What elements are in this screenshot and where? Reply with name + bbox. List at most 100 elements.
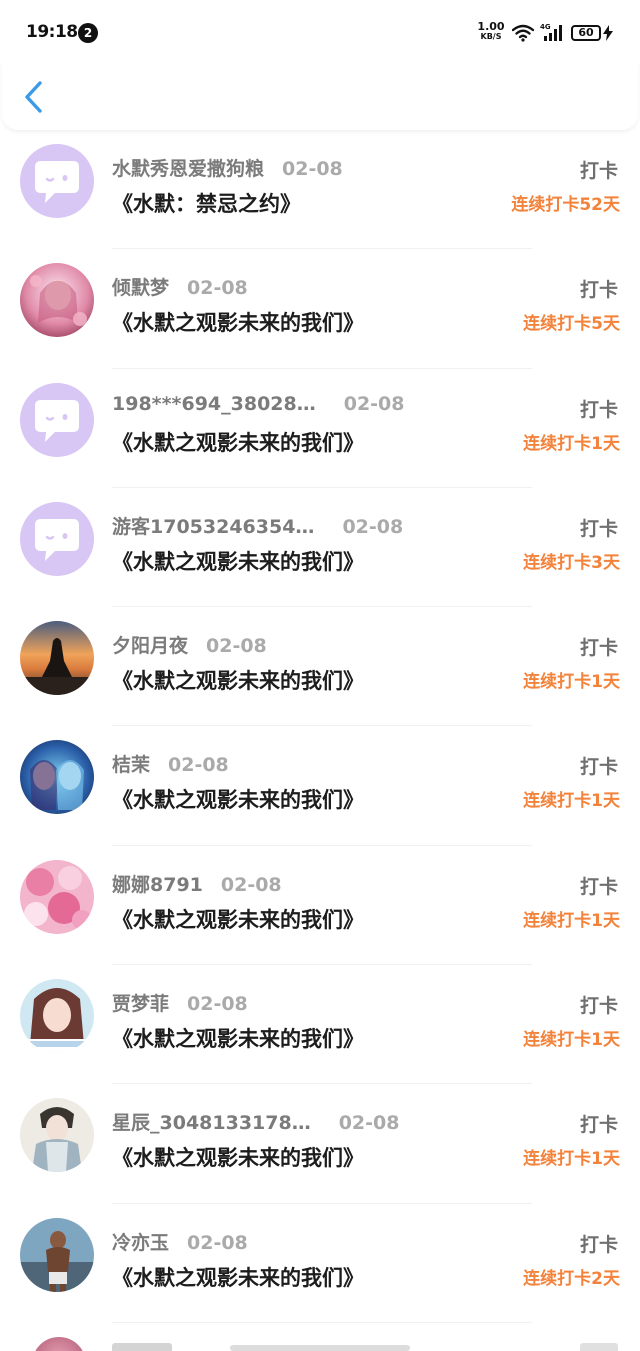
charging-bolt-icon xyxy=(603,25,613,41)
avatar-image xyxy=(20,621,94,696)
user-line: 198***694_38028… 02-08 xyxy=(112,393,405,415)
back-chevron-icon[interactable] xyxy=(22,80,46,114)
user-line: 星辰_3048133178… 02-08 xyxy=(112,1108,399,1135)
avatar[interactable] xyxy=(32,1337,86,1351)
book-title[interactable]: 《水默之观影未来的我们》 xyxy=(112,784,364,814)
avatar-image xyxy=(20,1217,94,1292)
avatar-image xyxy=(20,263,94,338)
avatar-image xyxy=(20,859,94,934)
avatar-image xyxy=(20,740,94,815)
post-date: 02-08 xyxy=(343,392,405,415)
book-title[interactable]: 《水默之观影未来的我们》 xyxy=(112,1023,364,1053)
user-name[interactable]: 水默秀恩爱撒狗粮 xyxy=(112,158,264,180)
cellular-signal-icon: 4G xyxy=(540,23,564,43)
user-line: 桔茉 02-08 xyxy=(112,750,229,777)
avatar[interactable] xyxy=(20,859,94,934)
post-date: 02-08 xyxy=(206,635,267,658)
list-item[interactable]: 夕阳月夜 02-08 《水默之观影未来的我们》 打卡 连续打卡1天 xyxy=(0,607,640,727)
streak-label: 连续打卡52天 xyxy=(511,195,620,215)
status-bar: 19:18 2 1.00 KB/S 4G 60 xyxy=(0,0,640,62)
book-title[interactable]: 《水默之观影未来的我们》 xyxy=(112,1262,364,1292)
streak-label: 连续打卡1天 xyxy=(523,672,620,693)
streak-label: 连续打卡1天 xyxy=(523,1030,620,1051)
list-item[interactable]: 198***694_38028… 02-08 《水默之观影未来的我们》 打卡 连续… xyxy=(0,369,640,488)
checkin-label: 打卡 xyxy=(579,279,618,302)
default-avatar-chat-bubble-icon xyxy=(20,501,94,576)
avatar[interactable] xyxy=(20,1217,94,1292)
avatar-image xyxy=(20,979,94,1054)
user-name[interactable]: 娜娜8791 xyxy=(112,874,203,896)
checkin-label: 打卡 xyxy=(579,517,618,540)
user-name-placeholder xyxy=(112,1343,172,1351)
book-title[interactable]: 《水默：禁忌之约》 xyxy=(112,188,301,218)
list-item[interactable]: 倾默梦 02-08 《水默之观影未来的我们》 打卡 连续打卡5天 xyxy=(0,249,640,369)
book-title[interactable]: 《水默之观影未来的我们》 xyxy=(112,665,364,695)
checkin-list: 水默秀恩爱撒狗粮 02-08 《水默：禁忌之约》 打卡 连续打卡52天 倾默梦 02… xyxy=(0,130,640,1323)
home-indicator[interactable] xyxy=(230,1345,410,1351)
notification-count-badge: 2 xyxy=(78,23,98,43)
checkin-label: 打卡 xyxy=(579,995,618,1018)
user-line: 贾梦菲 02-08 xyxy=(112,989,248,1016)
user-name[interactable]: 星辰_3048133178… xyxy=(112,1112,311,1134)
list-item[interactable]: 游客17053246354… 02-08 《水默之观影未来的我们》 打卡 连续打卡… xyxy=(0,488,640,608)
user-name[interactable]: 冷亦玉 xyxy=(112,1232,169,1254)
user-name[interactable]: 桔茉 xyxy=(112,754,150,776)
checkin-label: 打卡 xyxy=(579,637,618,660)
streak-label: 连续打卡1天 xyxy=(523,791,620,812)
user-line: 水默秀恩爱撒狗粮 02-08 xyxy=(112,154,343,181)
avatar-image xyxy=(20,1098,94,1173)
avatar[interactable] xyxy=(20,1098,94,1173)
avatar[interactable] xyxy=(20,979,94,1054)
list-item[interactable]: 贾梦菲 02-08 《水默之观影未来的我们》 打卡 连续打卡1天 xyxy=(0,965,640,1085)
user-name[interactable]: 198***694_38028… xyxy=(112,393,316,415)
book-title[interactable]: 《水默之观影未来的我们》 xyxy=(112,427,364,457)
streak-label: 连续打卡1天 xyxy=(523,433,620,454)
post-date: 02-08 xyxy=(187,277,248,300)
book-title[interactable]: 《水默之观影未来的我们》 xyxy=(112,307,364,337)
default-avatar-chat-bubble-icon xyxy=(20,144,94,218)
streak-label: 连续打卡3天 xyxy=(523,552,620,573)
streak-label: 连续打卡1天 xyxy=(523,910,620,931)
user-name[interactable]: 贾梦菲 xyxy=(112,993,169,1015)
user-name[interactable]: 倾默梦 xyxy=(112,277,169,299)
book-title[interactable]: 《水默之观影未来的我们》 xyxy=(112,546,364,576)
list-item[interactable]: 星辰_3048133178… 02-08 《水默之观影未来的我们》 打卡 连续打卡… xyxy=(0,1084,640,1204)
user-line: 冷亦玉 02-08 xyxy=(112,1228,248,1255)
checkin-label: 打卡 xyxy=(579,1114,618,1137)
checkin-label: 打卡 xyxy=(579,160,618,182)
avatar[interactable] xyxy=(20,382,94,457)
streak-label: 连续打卡5天 xyxy=(523,314,620,335)
wifi-icon xyxy=(512,24,534,42)
avatar[interactable] xyxy=(20,144,94,218)
list-item[interactable]: 桔茉 02-08 《水默之观影未来的我们》 打卡 连续打卡1天 xyxy=(0,726,640,846)
network-speed-value: 1.00 xyxy=(477,20,505,33)
post-date: 02-08 xyxy=(187,993,248,1016)
avatar[interactable] xyxy=(20,501,94,576)
battery-level: 60 xyxy=(578,26,594,39)
post-date: 02-08 xyxy=(168,754,229,777)
network-speed-unit: KB/S xyxy=(480,32,502,41)
default-avatar-chat-bubble-icon xyxy=(20,382,94,457)
checkin-label: 打卡 xyxy=(579,756,618,779)
status-time: 19:18 xyxy=(26,22,78,42)
checkin-label: 打卡 xyxy=(579,1233,618,1256)
book-title[interactable]: 《水默之观影未来的我们》 xyxy=(112,1142,364,1172)
list-item[interactable]: 水默秀恩爱撒狗粮 02-08 《水默：禁忌之约》 打卡 连续打卡52天 xyxy=(0,130,640,250)
post-date: 02-08 xyxy=(220,873,282,896)
avatar[interactable] xyxy=(20,263,94,338)
user-name[interactable]: 夕阳月夜 xyxy=(112,635,188,657)
streak-label: 连续打卡2天 xyxy=(523,1268,620,1289)
post-date: 02-08 xyxy=(342,515,404,538)
user-line: 娜娜8791 02-08 xyxy=(112,870,282,897)
post-date: 02-08 xyxy=(187,1231,248,1254)
avatar[interactable] xyxy=(20,740,94,815)
user-name[interactable]: 游客17053246354… xyxy=(112,516,314,538)
list-item[interactable]: 冷亦玉 02-08 《水默之观影未来的我们》 打卡 连续打卡2天 xyxy=(0,1204,640,1323)
user-line: 倾默梦 02-08 xyxy=(112,273,248,300)
avatar[interactable] xyxy=(20,621,94,696)
post-date: 02-08 xyxy=(282,158,343,180)
nav-bar xyxy=(2,62,638,130)
book-title[interactable]: 《水默之观影未来的我们》 xyxy=(112,904,364,934)
checkin-label: 打卡 xyxy=(579,398,618,421)
list-item[interactable]: 娜娜8791 02-08 《水默之观影未来的我们》 打卡 连续打卡1天 xyxy=(0,846,640,966)
